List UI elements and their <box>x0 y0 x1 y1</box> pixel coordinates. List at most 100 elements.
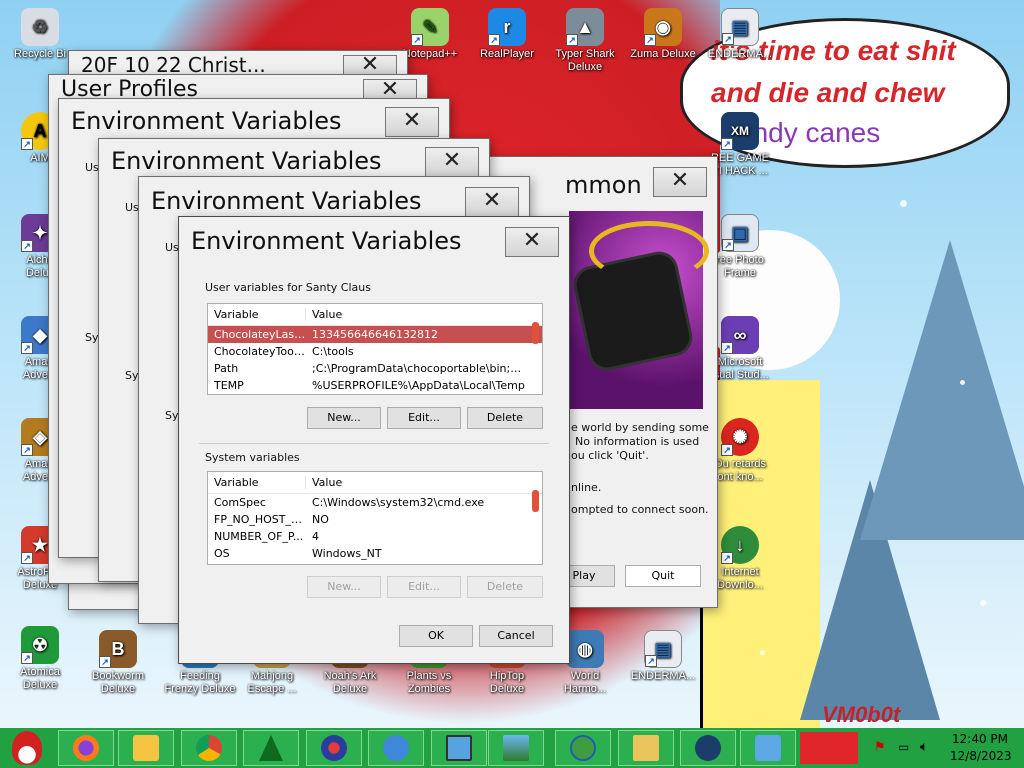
table-row[interactable]: ChocolateyLast... 133456646646132812 <box>208 326 542 343</box>
taskbar-king-card[interactable] <box>618 730 674 766</box>
pine-tree-2 <box>860 240 1024 540</box>
photo-icon <box>503 735 529 761</box>
system-delete-button[interactable]: Delete <box>467 576 543 598</box>
idm-icon <box>570 735 596 761</box>
system-new-button[interactable]: New... <box>307 576 381 598</box>
taskbar-chrome[interactable] <box>181 730 237 766</box>
dialog-title: Environment Variables <box>191 227 462 255</box>
visual-studio-icon: ∞ ↗ <box>721 316 759 354</box>
table-row[interactable]: FP_NO_HOST_C... NO <box>208 511 542 528</box>
world-harmony-icon: ◍ <box>566 630 604 668</box>
list-header: Variable Value <box>208 472 542 494</box>
zuma-icon: ◉ ↗ <box>644 8 682 46</box>
system-variables-label: System variables <box>205 451 300 464</box>
network-globe-icon <box>383 735 409 761</box>
user-variables-label: User variables for Santy Claus <box>205 281 371 294</box>
window-title: Environment Variables <box>111 147 382 175</box>
taskbar-photo[interactable] <box>488 730 544 766</box>
realplayer-icon: r ↗ <box>488 8 526 46</box>
list-header: Variable Value <box>208 304 542 326</box>
desktop-icon-zuma[interactable]: ◉ ↗ Zuma Deluxe <box>623 2 703 86</box>
user-edit-button[interactable]: Edit... <box>387 407 461 429</box>
atomica-icon: ☢ ↗ <box>21 626 59 664</box>
table-row[interactable]: ChocolateyTools... C:\tools <box>208 343 542 360</box>
chrome-icon <box>196 735 222 761</box>
watermark: VM0b0t <box>822 702 901 727</box>
desktop-icon-typer-shark[interactable]: ▲ ↗ Typer Shark Deluxe <box>545 2 625 86</box>
desktop-icon-endermanch[interactable]: ▤ ↗ ENDERMA... <box>700 2 780 86</box>
king-card-icon <box>633 735 659 761</box>
scrollbar-thumb[interactable] <box>532 490 539 512</box>
santa-start-icon <box>12 731 42 765</box>
endermanch-2-icon: ▤ ↗ <box>644 630 682 668</box>
clock-time[interactable]: 12:40 PM <box>952 732 1008 746</box>
user-variables-list[interactable]: Variable Value ChocolateyLast... 133456646… <box>207 303 543 395</box>
column-value[interactable]: Value <box>306 476 342 489</box>
close-button[interactable]: ✕ <box>505 227 559 257</box>
quit-button[interactable]: Quit <box>625 565 701 587</box>
endermanch-icon: ▤ ↗ <box>721 8 759 46</box>
table-row[interactable]: OS Windows_NT <box>208 545 542 562</box>
ok-button[interactable]: OK <box>399 625 473 647</box>
user-group-divider <box>199 443 549 444</box>
column-variable[interactable]: Variable <box>208 476 306 489</box>
recycle-bin-icon: ♻ <box>21 8 59 46</box>
desktop-icon-realplayer[interactable]: r ↗ RealPlayer <box>467 2 547 86</box>
show-desktop-area[interactable] <box>800 732 858 764</box>
column-variable[interactable]: Variable <box>208 308 306 321</box>
window-title: Environment Variables <box>151 187 422 215</box>
table-row[interactable]: Path ;C:\ProgramData\chocoportable\bin;C:… <box>208 360 542 377</box>
firefox-icon <box>73 735 99 761</box>
flag-icon[interactable]: ⚑ <box>874 740 886 755</box>
dice-image <box>569 211 709 409</box>
taskbar-xm-play[interactable] <box>680 730 736 766</box>
xm-play-icon <box>695 735 721 761</box>
taskbar-idm[interactable] <box>555 730 611 766</box>
system-edit-button[interactable]: Edit... <box>387 576 461 598</box>
desktop-icon-atomica[interactable]: ☢ ↗ Atomica Deluxe <box>0 620 80 704</box>
scrollbar-thumb[interactable] <box>532 322 539 344</box>
close-icon[interactable]: ✕ <box>653 167 707 197</box>
user-delete-button[interactable]: Delete <box>467 407 543 429</box>
notepad-plus-icon: ✎ ↗ <box>411 8 449 46</box>
desktop-icon-bookworm[interactable]: B ↗ Bookworm Deluxe <box>78 624 158 708</box>
idm-icon: ↓ ↗ <box>721 526 759 564</box>
cancel-button[interactable]: Cancel <box>479 625 553 647</box>
system-variables-list[interactable]: Variable Value ComSpec C:\Windows\system32… <box>207 471 543 565</box>
close-icon[interactable]: ✕ <box>425 147 479 177</box>
christmas-tree-icon <box>259 735 283 761</box>
table-row[interactable]: ComSpec C:\Windows\system32\cmd.exe <box>208 494 542 511</box>
file-explorer-icon <box>133 735 159 761</box>
desktop: it's time to eat shit and die and chew c… <box>0 0 1024 728</box>
taskbar-app-orb[interactable] <box>306 730 362 766</box>
volume-icon[interactable]: 🔈︎ <box>920 739 928 755</box>
bookworm-icon: B ↗ <box>99 630 137 668</box>
clock-date[interactable]: 12/8/2023 <box>950 749 1012 763</box>
environment-variables-dialog[interactable]: Environment Variables ✕ User variables f… <box>178 216 570 664</box>
taskbar-computer[interactable] <box>431 730 487 766</box>
column-value[interactable]: Value <box>306 308 342 321</box>
desktop-icon-endermanch-2[interactable]: ▤ ↗ ENDERMA... <box>623 624 703 708</box>
app-orb-icon <box>321 735 347 761</box>
photo-frame-icon: ▣ ↗ <box>721 214 759 252</box>
table-row[interactable]: TEMP %USERPROFILE%\AppData\Local\Temp <box>208 377 542 394</box>
window-title: Environment Variables <box>71 107 342 135</box>
network-icon[interactable]: ▭ <box>898 740 909 754</box>
taskbar-file-explorer[interactable] <box>118 730 174 766</box>
taskbar-network[interactable] <box>368 730 424 766</box>
taskbar-christmas-tree[interactable] <box>243 730 299 766</box>
taskbar-control-panel[interactable] <box>740 730 796 766</box>
typer-shark-icon: ▲ ↗ <box>566 8 604 46</box>
user-new-button[interactable]: New... <box>307 407 381 429</box>
close-icon[interactable]: ✕ <box>385 107 439 137</box>
computer-icon <box>446 735 472 761</box>
window-title: mmon <box>565 171 642 199</box>
xm-play-icon: XM ↗ <box>721 112 759 150</box>
close-icon[interactable]: ✕ <box>465 187 519 217</box>
table-row[interactable]: NUMBER_OF_P... 4 <box>208 528 542 545</box>
control-panel-icon <box>755 735 781 761</box>
retards-icon: ✺ ↗ <box>721 418 759 456</box>
start-button[interactable] <box>2 729 52 767</box>
taskbar-firefox[interactable] <box>58 730 114 766</box>
taskbar: ⚑ ▭ 🔈︎ 12:40 PM 12/8/2023 <box>0 728 1024 768</box>
